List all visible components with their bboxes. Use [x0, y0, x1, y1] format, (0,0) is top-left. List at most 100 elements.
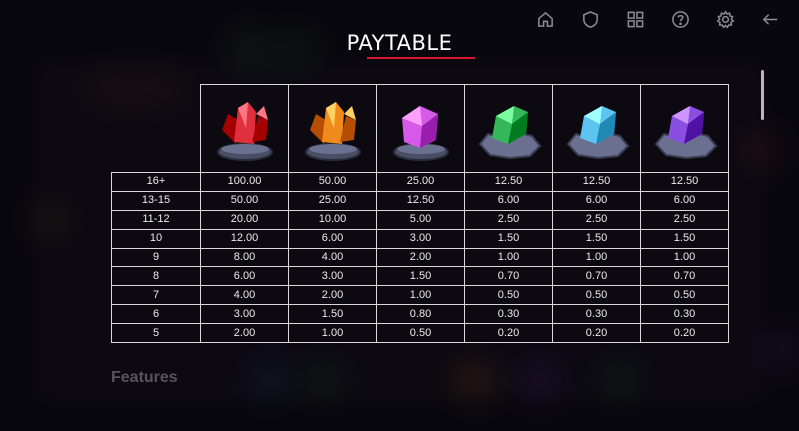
payout-cell: 2.00 [288, 285, 377, 306]
payout-cell: 0.70 [464, 266, 553, 287]
payout-cell: 2.50 [464, 209, 553, 230]
payout-cell: 1.50 [640, 228, 729, 249]
symbol-header-cell [376, 84, 465, 173]
payout-cell: 1.00 [640, 247, 729, 268]
payout-cell: 50.00 [200, 190, 289, 211]
top-toolbar [523, 7, 793, 31]
payout-cell: 3.00 [200, 304, 289, 325]
page-title: PAYTABLE [346, 31, 453, 55]
payout-cell: 1.50 [464, 228, 553, 249]
paytable-row: 10 12.00 6.00 3.00 1.50 1.50 1.50 [111, 228, 729, 249]
payout-cell: 100.00 [200, 172, 289, 192]
payout-cell: 25.00 [376, 172, 465, 192]
scrollbar[interactable] [761, 70, 764, 120]
payout-cell: 6.00 [464, 190, 553, 211]
orange-crystal-symbol [304, 101, 361, 161]
payout-cell: 0.30 [640, 304, 729, 325]
paytable-button[interactable] [613, 7, 658, 31]
symbol-count-cell: 8 [111, 266, 201, 287]
payout-cell: 4.00 [200, 285, 289, 306]
symbol-count-cell: 10 [111, 228, 201, 249]
payout-cell: 2.00 [200, 323, 289, 344]
payout-cell: 0.80 [376, 304, 465, 325]
payout-cell: 1.50 [288, 304, 377, 325]
payout-cell: 0.20 [552, 323, 641, 344]
paytable-row: 13-15 50.00 25.00 12.50 6.00 6.00 6.00 [111, 190, 729, 211]
payout-cell: 0.50 [640, 285, 729, 306]
payout-cell: 12.00 [200, 228, 289, 249]
paytable-row: 6 3.00 1.50 0.80 0.30 0.30 0.30 [111, 304, 729, 325]
payout-cell: 4.00 [288, 247, 377, 268]
payout-cell: 1.00 [376, 285, 465, 306]
payout-cell: 1.00 [464, 247, 553, 268]
symbol-count-cell: 11-12 [111, 209, 201, 230]
symbol-header-row [112, 84, 729, 173]
payout-cell: 0.50 [376, 323, 465, 344]
payout-cell: 12.50 [464, 172, 553, 192]
payout-cell: 6.00 [640, 190, 729, 211]
payout-cell: 1.50 [376, 266, 465, 287]
title-underline [367, 57, 475, 59]
payout-cell: 10.00 [288, 209, 377, 230]
settings-button[interactable] [703, 7, 748, 31]
payout-cell: 2.00 [376, 247, 465, 268]
green-crystal-symbol [478, 105, 541, 159]
home-icon [538, 11, 553, 27]
symbol-count-cell: 13-15 [111, 190, 201, 211]
paytable-row: 9 8.00 4.00 2.00 1.00 1.00 1.00 [111, 247, 729, 268]
payout-cell: 6.00 [200, 266, 289, 287]
help-icon [672, 10, 689, 28]
payout-cell: 12.50 [376, 190, 465, 211]
paytable-row: 16+ 100.00 50.00 25.00 12.50 12.50 12.50 [111, 172, 729, 192]
payout-cell: 12.50 [640, 172, 729, 192]
payout-cell: 6.00 [288, 228, 377, 249]
payout-cell: 0.20 [640, 323, 729, 344]
back-button[interactable] [748, 7, 793, 31]
purple-crystal-symbol [654, 105, 717, 159]
payout-cell: 2.50 [552, 209, 641, 230]
symbol-count-cell: 6 [111, 304, 201, 325]
symbol-count-cell: 9 [111, 247, 201, 268]
settings-icon [716, 9, 735, 28]
symbol-count-cell: 16+ [111, 172, 201, 192]
help-button[interactable] [658, 7, 703, 31]
paytable-row: 5 2.00 1.00 0.50 0.20 0.20 0.20 [111, 323, 729, 344]
payout-cell: 20.00 [200, 209, 289, 230]
home-button[interactable] [523, 7, 568, 31]
back-arrow-icon [762, 13, 778, 25]
payout-cell: 0.50 [464, 285, 553, 306]
payout-cell: 1.00 [552, 247, 641, 268]
pink-crystal-symbol [392, 105, 449, 161]
payout-cell: 8.00 [200, 247, 289, 268]
paytable-table: 16+ 100.00 50.00 25.00 12.50 12.50 12.50 13-15 5… [111, 84, 729, 344]
payout-cell: 50.00 [288, 172, 377, 192]
paytable-row: 8 6.00 3.00 1.50 0.70 0.70 0.70 [111, 266, 729, 287]
symbol-count-cell: 5 [111, 323, 201, 344]
responsible-gaming-button[interactable] [568, 7, 613, 31]
payout-cell: 0.70 [640, 266, 729, 287]
payout-cell: 0.70 [552, 266, 641, 287]
paytable-row: 7 4.00 2.00 1.00 0.50 0.50 0.50 [111, 285, 729, 306]
payout-cell: 6.00 [552, 190, 641, 211]
shield-icon [583, 10, 598, 28]
symbol-count-cell: 7 [111, 285, 201, 306]
payout-cell: 3.00 [288, 266, 377, 287]
symbol-header-cell [288, 84, 377, 173]
payout-cell: 1.50 [552, 228, 641, 249]
symbol-header-cell [640, 84, 729, 173]
payout-cell: 0.30 [464, 304, 553, 325]
red-crystal-symbol [216, 101, 273, 161]
payout-cell: 25.00 [288, 190, 377, 211]
paytable-row: 11-12 20.00 10.00 5.00 2.50 2.50 2.50 [111, 209, 729, 230]
grid-icon [627, 11, 644, 27]
symbol-header-cell [552, 84, 641, 173]
blue-crystal-symbol [566, 105, 629, 159]
payout-cell: 5.00 [376, 209, 465, 230]
payout-cell: 12.50 [552, 172, 641, 192]
payout-cell: 0.50 [552, 285, 641, 306]
symbol-header-cell [200, 84, 289, 173]
payout-cell: 0.20 [464, 323, 553, 344]
payout-cell: 3.00 [376, 228, 465, 249]
symbol-header-cell [464, 84, 553, 173]
payout-cell: 1.00 [288, 323, 377, 344]
